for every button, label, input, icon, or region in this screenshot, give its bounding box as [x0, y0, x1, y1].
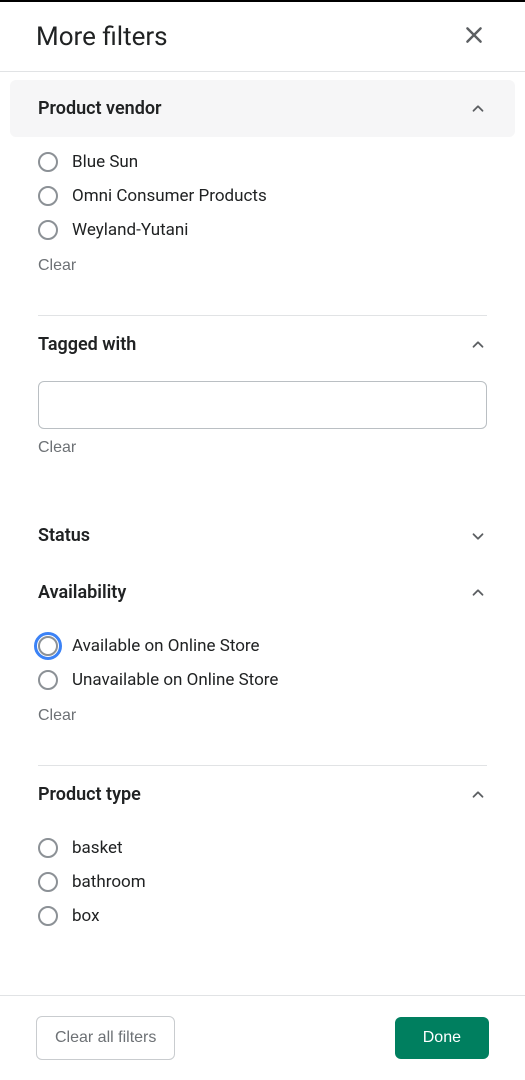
type-option-label: box [72, 906, 100, 926]
vendor-option-label: Blue Sun [72, 152, 138, 172]
section-title-type: Product type [38, 784, 141, 805]
close-icon [463, 24, 485, 49]
type-option-label: bathroom [72, 872, 146, 892]
availability-option[interactable]: Available on Online Store [38, 629, 487, 663]
radio-icon [38, 838, 58, 858]
section-body-vendor: Blue Sun Omni Consumer Products Weyland-… [10, 137, 515, 295]
done-button[interactable]: Done [395, 1017, 489, 1059]
type-option-label: basket [72, 838, 123, 858]
section-title-availability: Availability [38, 582, 126, 603]
section-body-type: basket bathroom box [10, 823, 515, 933]
section-header-vendor[interactable]: Product vendor [10, 80, 515, 137]
tag-input[interactable] [38, 381, 487, 429]
clear-availability-button[interactable]: Clear [38, 697, 76, 725]
type-option[interactable]: box [38, 899, 487, 933]
filters-panel: More filters Product vendor Blue Sun [0, 0, 525, 1080]
section-header-tagged[interactable]: Tagged with [10, 316, 515, 373]
chevron-up-icon [469, 100, 487, 118]
section-body-availability: Available on Online Store Unavailable on… [10, 621, 515, 745]
availability-option[interactable]: Unavailable on Online Store [38, 663, 487, 697]
radio-icon [38, 906, 58, 926]
chevron-up-icon [469, 336, 487, 354]
vendor-option[interactable]: Weyland-Yutani [38, 213, 487, 247]
clear-tagged-button[interactable]: Clear [38, 429, 76, 457]
panel-header: More filters [0, 2, 525, 72]
chevron-up-icon [469, 584, 487, 602]
radio-icon [38, 152, 58, 172]
section-header-availability[interactable]: Availability [10, 564, 515, 621]
availability-option-label: Available on Online Store [72, 636, 260, 656]
section-title-status: Status [38, 525, 90, 546]
availability-option-label: Unavailable on Online Store [72, 670, 278, 690]
vendor-option-label: Weyland-Yutani [72, 220, 188, 240]
section-title-vendor: Product vendor [38, 98, 162, 119]
type-option[interactable]: basket [38, 831, 487, 865]
radio-icon [38, 186, 58, 206]
clear-all-button[interactable]: Clear all filters [36, 1016, 175, 1060]
filters-scroll-area[interactable]: Product vendor Blue Sun Omni Consumer Pr… [0, 72, 525, 995]
radio-icon [38, 220, 58, 240]
vendor-option[interactable]: Blue Sun [38, 145, 487, 179]
radio-icon [38, 636, 58, 656]
radio-icon [38, 872, 58, 892]
vendor-option-label: Omni Consumer Products [72, 186, 267, 206]
type-option[interactable]: bathroom [38, 865, 487, 899]
panel-title: More filters [36, 22, 168, 52]
panel-footer: Clear all filters Done [0, 995, 525, 1080]
chevron-down-icon [469, 527, 487, 545]
section-body-tagged: Clear [10, 373, 515, 477]
close-button[interactable] [459, 20, 489, 53]
filters-content: Product vendor Blue Sun Omni Consumer Pr… [0, 80, 525, 933]
vendor-option[interactable]: Omni Consumer Products [38, 179, 487, 213]
section-header-status[interactable]: Status [10, 507, 515, 564]
section-header-type[interactable]: Product type [10, 766, 515, 823]
chevron-up-icon [469, 786, 487, 804]
radio-icon [38, 670, 58, 690]
clear-vendor-button[interactable]: Clear [38, 247, 76, 275]
section-title-tagged: Tagged with [38, 334, 136, 355]
